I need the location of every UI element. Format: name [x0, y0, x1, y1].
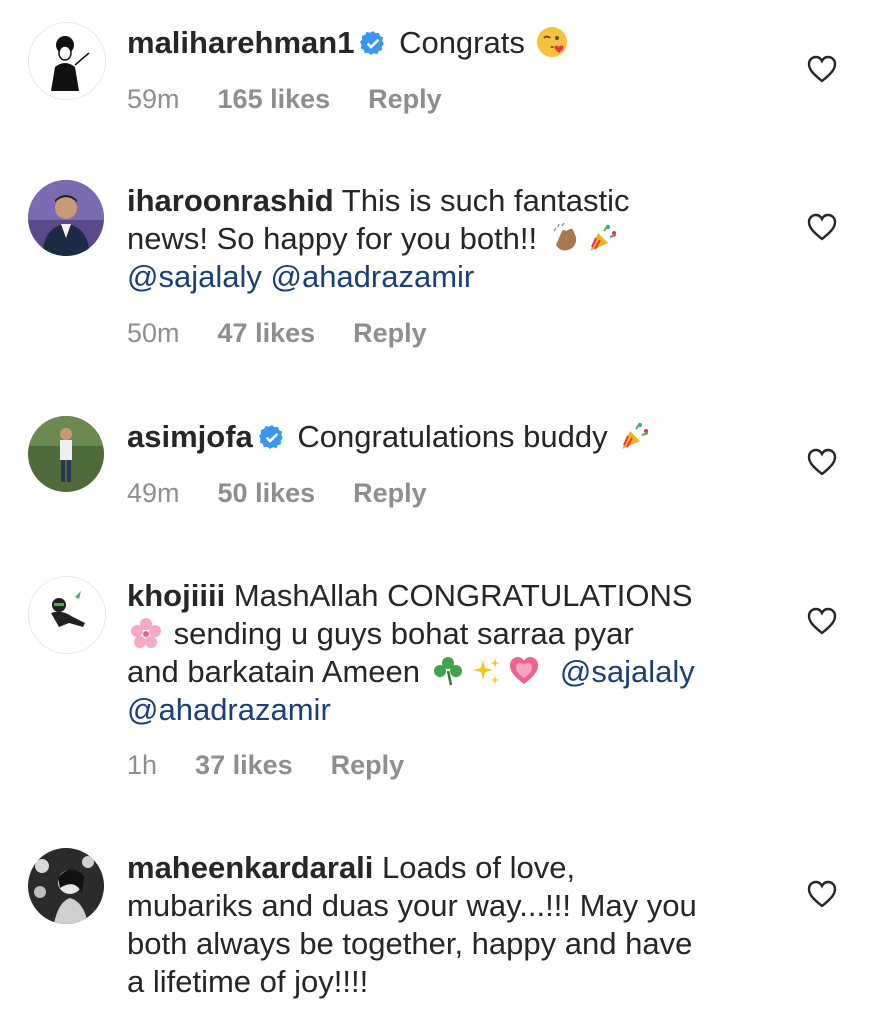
likes-count[interactable]: 37 likes — [195, 750, 293, 781]
comment-body: both always be together, happy and have — [127, 926, 693, 961]
username[interactable]: khojiiii — [127, 578, 225, 613]
comment-meta: 59m 165 likes Reply — [127, 84, 442, 115]
avatar[interactable] — [28, 576, 106, 654]
verified-badge-icon — [258, 425, 283, 449]
party-popper-emoji — [589, 224, 617, 251]
username[interactable]: maliharehman1 — [127, 25, 354, 60]
comment-text: iharoonrashid This is such fantastic new… — [127, 182, 767, 296]
comment-time: 59m — [127, 84, 180, 114]
comment-meta: 1h 37 likes Reply — [127, 750, 404, 781]
party-popper-emoji — [622, 422, 649, 449]
like-heart-icon[interactable] — [806, 212, 838, 242]
avatar-photo-icon — [28, 848, 104, 924]
avatar-illustration-icon — [29, 577, 105, 653]
avatar[interactable] — [28, 180, 104, 256]
comment-meta: 49m 50 likes Reply — [127, 478, 427, 509]
comment-text: maheenkardarali Loads of love, mubariks … — [127, 849, 767, 1001]
comment-meta: 50m 47 likes Reply — [127, 318, 427, 349]
like-heart-icon[interactable] — [806, 606, 838, 636]
avatar-photo-icon — [28, 416, 104, 492]
cherry-blossom-emoji — [131, 618, 161, 648]
likes-count[interactable]: 50 likes — [218, 478, 316, 509]
comment-body: Loads of love, — [382, 850, 576, 885]
username[interactable]: asimjofa — [127, 419, 253, 454]
mention-link[interactable]: @sajalaly — [560, 654, 695, 689]
like-heart-icon[interactable] — [806, 879, 838, 909]
reply-button[interactable]: Reply — [368, 84, 442, 115]
comment-time: 1h — [127, 750, 158, 780]
sparkles-emoji — [472, 658, 500, 684]
like-heart-icon[interactable] — [806, 447, 838, 477]
comment-body: This is such fantastic — [341, 183, 630, 218]
shamrock-emoji — [433, 657, 462, 686]
avatar-illustration-icon — [29, 23, 105, 99]
comment-text: khojiiii MashAllah CONGRATULATIONS sendi… — [127, 577, 767, 729]
avatar[interactable] — [28, 848, 104, 924]
mention-link[interactable]: @sajalaly — [127, 259, 262, 294]
likes-count[interactable]: 47 likes — [218, 318, 316, 349]
comment-text: maliharehman1 Congrats — [127, 24, 767, 62]
username[interactable]: iharoonrashid — [127, 183, 334, 218]
verified-badge-icon — [360, 31, 385, 55]
like-heart-icon[interactable] — [806, 54, 838, 84]
growing-heart-emoji — [509, 657, 538, 684]
comment-time: 50m — [127, 318, 180, 348]
reply-button[interactable]: Reply — [331, 750, 405, 781]
mention-link[interactable]: @ahadrazamir — [270, 259, 474, 294]
comment-body: and barkatain Ameen — [127, 654, 420, 689]
face-blowing-kiss-emoji — [537, 27, 568, 57]
reply-button[interactable]: Reply — [353, 478, 427, 509]
comment-body: Congrats — [399, 25, 525, 60]
comment-body: news! So happy for you both!! — [127, 221, 538, 256]
avatar-photo-icon — [28, 180, 104, 256]
comment-body: MashAllah CONGRATULATIONS — [233, 578, 693, 613]
reply-button[interactable]: Reply — [353, 318, 427, 349]
avatar[interactable] — [28, 416, 104, 492]
comment-body: sending u guys bohat sarraa pyar — [173, 616, 634, 651]
mention-link[interactable]: @ahadrazamir — [127, 692, 331, 727]
username[interactable]: maheenkardarali — [127, 850, 373, 885]
comment-body: mubariks and duas your way...!!! May you — [127, 888, 697, 923]
comment-body: a lifetime of joy!!!! — [127, 964, 369, 999]
likes-count[interactable]: 165 likes — [218, 84, 331, 115]
clapping-hands-emoji — [553, 222, 576, 251]
comment-text: asimjofa Congratulations buddy — [127, 418, 767, 456]
comment-time: 49m — [127, 478, 180, 508]
avatar[interactable] — [28, 22, 106, 100]
comment-body: Congratulations buddy — [297, 419, 608, 454]
